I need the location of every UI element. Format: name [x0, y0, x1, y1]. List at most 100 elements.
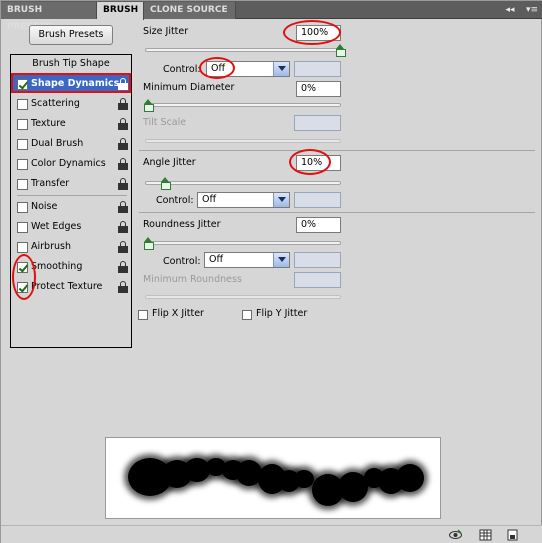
- list-item-transfer[interactable]: Transfer: [11, 175, 131, 193]
- annotation-oval-size-jitter: [283, 20, 341, 45]
- list-item-label: Smoothing: [31, 261, 83, 272]
- bottom-toolbar: [1, 525, 542, 543]
- transfer-checkbox[interactable]: [17, 179, 28, 190]
- minimum-diameter-slider[interactable]: [144, 99, 341, 112]
- list-item-color-dynamics[interactable]: Color Dynamics: [11, 155, 131, 173]
- roundness-control-select[interactable]: Off: [204, 252, 290, 268]
- list-item-label: Texture: [31, 118, 66, 129]
- brush-panel: BRUSH PRESETS BRUSH CLONE SOURCE ◂◂ ▾≡ B…: [0, 0, 542, 543]
- slider-thumb[interactable]: [144, 99, 154, 112]
- angle-control-select[interactable]: Off: [197, 192, 290, 208]
- chevron-down-icon[interactable]: [273, 253, 289, 267]
- flip-x-jitter-checkbox[interactable]: Flip X Jitter: [138, 308, 228, 322]
- brush-options-list: Brush Tip Shape Shape Dynamics Scatterin…: [10, 54, 132, 348]
- annotation-rect-shape-dynamics: [11, 73, 131, 93]
- roundness-control-value: Off: [209, 254, 224, 265]
- scattering-checkbox[interactable]: [17, 99, 28, 110]
- angle-jitter-slider[interactable]: [145, 177, 341, 190]
- list-item-label: Scattering: [31, 98, 80, 109]
- tab-brush-presets[interactable]: BRUSH PRESETS: [1, 2, 97, 32]
- roundness-jitter-slider[interactable]: [144, 237, 341, 250]
- list-item-label: Noise: [31, 201, 58, 212]
- brush-presets-button[interactable]: Brush Presets: [29, 25, 113, 45]
- flip-x-checkbox-box[interactable]: [138, 310, 148, 320]
- minimum-diameter-label: Minimum Diameter: [143, 82, 235, 93]
- minimum-roundness-field: [294, 272, 341, 288]
- brush-dab: [294, 470, 314, 488]
- list-item-wet-edges[interactable]: Wet Edges: [11, 218, 131, 236]
- flip-y-checkbox-box[interactable]: [242, 310, 252, 320]
- list-item-airbrush[interactable]: Airbrush: [11, 238, 131, 256]
- tab-clone-source[interactable]: CLONE SOURCE: [144, 2, 236, 19]
- angle-control-label: Control:: [156, 195, 194, 206]
- list-item-noise[interactable]: Noise: [11, 198, 131, 216]
- slider-thumb[interactable]: [161, 177, 171, 190]
- lock-icon[interactable]: [118, 118, 128, 130]
- brush-stroke-preview: [105, 437, 441, 519]
- new-preset-icon[interactable]: [506, 529, 519, 541]
- tab-bar: BRUSH PRESETS BRUSH CLONE SOURCE ◂◂ ▾≡: [1, 1, 542, 32]
- flip-x-label: Flip X Jitter: [152, 308, 204, 319]
- noise-checkbox[interactable]: [17, 202, 28, 213]
- size-control-disabled-field: [294, 61, 341, 77]
- size-control-label: Control:: [163, 64, 201, 75]
- section-divider: [139, 212, 535, 213]
- list-item-label: Transfer: [31, 178, 70, 189]
- collapse-icon[interactable]: ◂◂: [503, 3, 517, 17]
- tilt-scale-field: [294, 115, 341, 131]
- roundness-control-disabled-field: [294, 252, 341, 268]
- size-jitter-label: Size Jitter: [143, 26, 189, 37]
- angle-control-value: Off: [202, 194, 217, 205]
- list-item-label: Protect Texture: [31, 281, 103, 292]
- slider-thumb[interactable]: [144, 237, 154, 250]
- minimum-roundness-slider: [145, 295, 341, 299]
- color-dynamics-checkbox[interactable]: [17, 159, 28, 170]
- lock-icon[interactable]: [118, 281, 128, 293]
- tilt-scale-label: Tilt Scale: [143, 117, 187, 128]
- lock-icon[interactable]: [118, 138, 128, 150]
- angle-jitter-label: Angle Jitter: [143, 157, 196, 168]
- list-item-label: Airbrush: [31, 241, 71, 252]
- annotation-oval-checkboxes: [12, 254, 36, 300]
- wet-edges-checkbox[interactable]: [17, 222, 28, 233]
- roundness-jitter-field[interactable]: 0%: [296, 217, 341, 233]
- list-item-label: Color Dynamics: [31, 158, 106, 169]
- panel-menu-icon[interactable]: ▾≡: [525, 3, 539, 17]
- brush-tip-shape-item[interactable]: Brush Tip Shape: [11, 57, 131, 71]
- flip-y-jitter-checkbox[interactable]: Flip Y Jitter: [242, 308, 332, 322]
- list-item-label: Wet Edges: [31, 221, 82, 232]
- lock-icon[interactable]: [118, 261, 128, 273]
- minimum-roundness-label: Minimum Roundness: [143, 274, 242, 285]
- size-jitter-slider[interactable]: [145, 44, 346, 57]
- eye-icon[interactable]: [449, 529, 462, 541]
- texture-checkbox[interactable]: [17, 119, 28, 130]
- list-item-scattering[interactable]: Scattering: [11, 95, 131, 113]
- lock-icon[interactable]: [118, 221, 128, 233]
- airbrush-checkbox[interactable]: [17, 242, 28, 253]
- slider-thumb[interactable]: [336, 44, 346, 57]
- list-item-texture[interactable]: Texture: [11, 115, 131, 133]
- minimum-diameter-field[interactable]: 0%: [296, 81, 341, 97]
- chevron-down-icon[interactable]: [273, 193, 289, 207]
- lock-icon[interactable]: [118, 241, 128, 253]
- flip-y-label: Flip Y Jitter: [256, 308, 308, 319]
- list-item-dual-brush[interactable]: Dual Brush: [11, 135, 131, 153]
- list-item-label: Dual Brush: [31, 138, 84, 149]
- annotation-oval-control: [199, 57, 235, 79]
- roundness-control-label: Control:: [163, 256, 201, 267]
- lock-icon[interactable]: [118, 201, 128, 213]
- brush-dab: [396, 464, 424, 492]
- section-divider: [139, 150, 535, 151]
- tab-brush[interactable]: BRUSH: [97, 2, 144, 20]
- dual-brush-checkbox[interactable]: [17, 139, 28, 150]
- grid-icon[interactable]: [479, 529, 492, 541]
- chevron-down-icon[interactable]: [273, 62, 289, 76]
- angle-control-disabled-field: [294, 192, 341, 208]
- roundness-jitter-label: Roundness Jitter: [143, 219, 221, 230]
- list-divider: [17, 195, 127, 196]
- annotation-oval-angle-jitter: [289, 149, 331, 175]
- lock-icon[interactable]: [118, 158, 128, 170]
- lock-icon[interactable]: [118, 178, 128, 190]
- lock-icon[interactable]: [118, 98, 128, 110]
- tilt-scale-slider: [145, 139, 341, 143]
